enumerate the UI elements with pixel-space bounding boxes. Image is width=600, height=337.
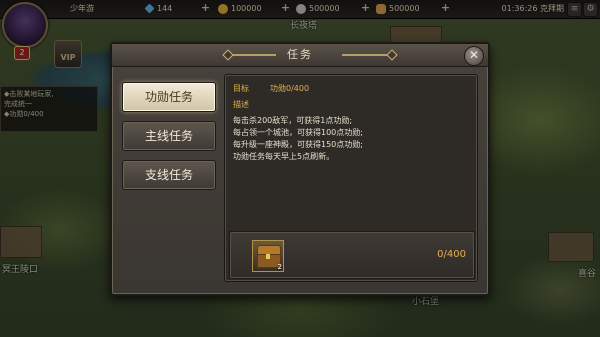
dialog-header: 任务	[112, 44, 488, 67]
treasure-chest-item[interactable]: 2	[252, 240, 284, 272]
description-line: 每击杀200敌军，可获得1点功勋;	[233, 116, 353, 125]
close-button[interactable]: ✕	[464, 46, 484, 66]
description-text: 每击杀200敌军，可获得1点功勋; 每占领一个城池，可获得100点功勋; 每升级…	[233, 115, 473, 163]
description-label: 描述	[233, 100, 249, 109]
goal-label: 目标	[233, 84, 249, 93]
description-line: 每升级一座神殿，可获得150点功勋;	[233, 140, 363, 149]
reward-box: 2 0/400	[229, 231, 475, 279]
goal-value: 功勋0/400	[270, 84, 310, 93]
description-line: 每占领一个城池，可获得100点功勋;	[233, 128, 363, 137]
dialog-title: 任务	[287, 48, 313, 61]
quest-detail-panel: 目标 功勋0/400 描述 每击杀200敌军，可获得1点功勋; 每占领一个城池，…	[224, 74, 478, 282]
item-count: 2	[277, 263, 282, 271]
tab-side-quests[interactable]: 支线任务	[122, 160, 216, 190]
reward-progress: 0/400	[437, 249, 466, 260]
quest-dialog: 任务 ✕ 功勋任务 主线任务 支线任务 目标 功勋0/400 描述 每击杀200…	[110, 42, 490, 296]
description-line: 功勋任务每天早上5点刷新。	[233, 152, 335, 161]
tab-main-quests[interactable]: 主线任务	[122, 121, 216, 151]
tab-merit-quests[interactable]: 功勋任务	[122, 82, 216, 112]
chest-icon-lock	[266, 254, 270, 259]
